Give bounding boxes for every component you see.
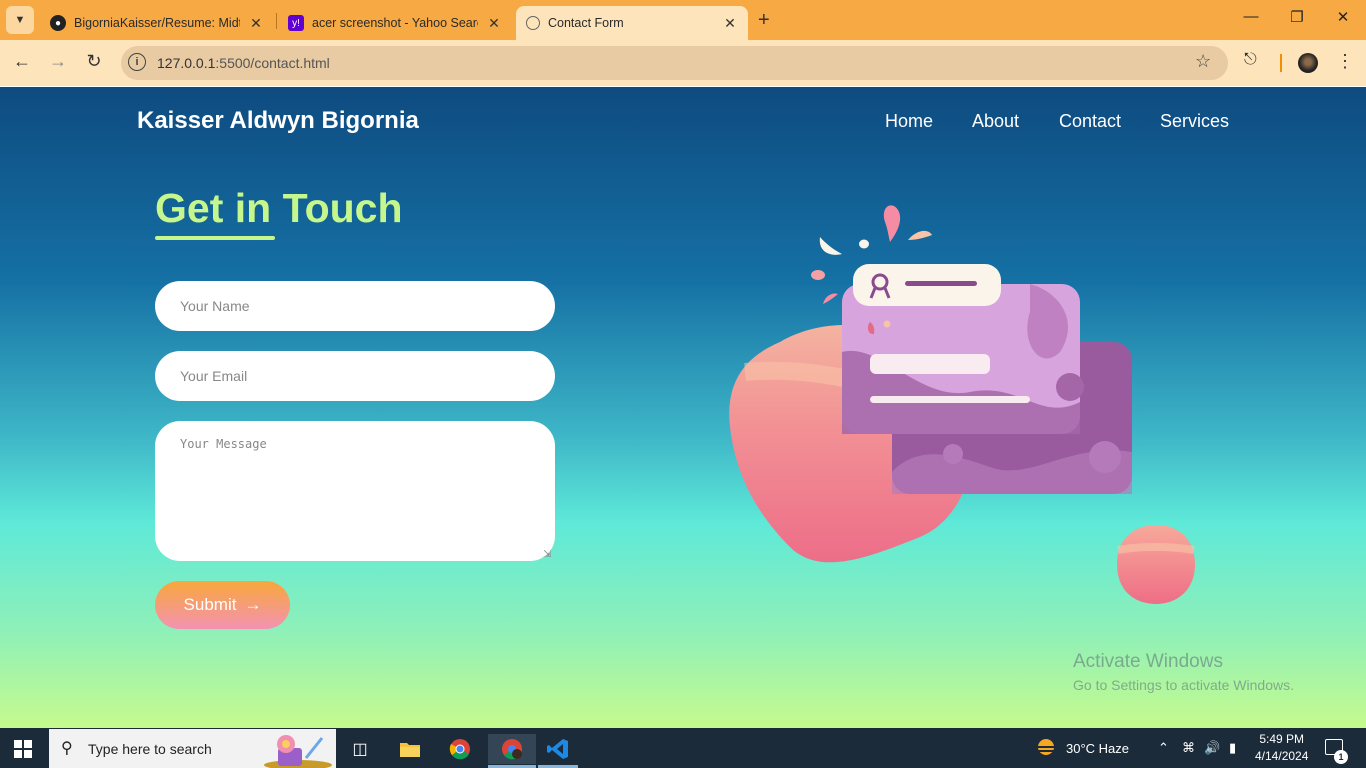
search-highlight-icon bbox=[264, 735, 332, 768]
weather-text[interactable]: 30°C Haze bbox=[1066, 741, 1129, 756]
contact-page: Kaisser Aldwyn Bigornia Home About Conta… bbox=[0, 87, 1366, 728]
taskbar-search-placeholder: Type here to search bbox=[88, 741, 212, 757]
url-text[interactable]: 127.0.0.1:5500/contact.html bbox=[157, 55, 330, 71]
page-title: Get in Touch bbox=[155, 185, 403, 231]
reload-button[interactable]: ↻ bbox=[82, 51, 106, 72]
menu-kebab-icon[interactable]: ⋮ bbox=[1336, 51, 1354, 72]
nav-home[interactable]: Home bbox=[885, 111, 933, 132]
watermark-title: Activate Windows bbox=[1073, 651, 1223, 672]
tab-yahoo[interactable]: y! acer screenshot - Yahoo Search ✕ bbox=[278, 6, 512, 40]
submit-button[interactable]: Submit → bbox=[155, 581, 290, 629]
clock-time: 5:49 PM bbox=[1259, 732, 1305, 746]
wifi-icon[interactable]: ⌘ bbox=[1182, 740, 1195, 756]
close-icon[interactable]: ✕ bbox=[248, 15, 264, 32]
search-icon: ⚲ bbox=[61, 740, 73, 757]
url-host: 127.0.0.1 bbox=[157, 55, 216, 71]
tab-separator bbox=[276, 13, 277, 29]
tab-github[interactable]: ● BigorniaKaisser/Resume: Midte ✕ bbox=[40, 6, 274, 40]
title-underline bbox=[155, 236, 275, 240]
battery-icon[interactable]: ▮ bbox=[1229, 740, 1236, 756]
minimize-button[interactable]: — bbox=[1236, 8, 1266, 25]
restore-button[interactable]: ❐ bbox=[1282, 8, 1312, 26]
profile-avatar[interactable] bbox=[1298, 53, 1318, 73]
tab-title: acer screenshot - Yahoo Search bbox=[312, 16, 478, 30]
message-illustration bbox=[729, 205, 1195, 604]
globe-icon bbox=[526, 16, 540, 30]
file-explorer-icon[interactable] bbox=[390, 734, 430, 764]
site-brand[interactable]: Kaisser Aldwyn Bigornia bbox=[137, 107, 419, 135]
chrome-icon[interactable] bbox=[440, 734, 480, 764]
nav-contact[interactable]: Contact bbox=[1059, 111, 1121, 132]
github-icon: ● bbox=[50, 15, 66, 31]
weather-haze-icon[interactable] bbox=[1034, 738, 1058, 758]
yahoo-icon: y! bbox=[288, 15, 304, 31]
message-field[interactable] bbox=[155, 421, 555, 561]
clock-date: 4/14/2024 bbox=[1255, 749, 1309, 763]
name-field[interactable] bbox=[155, 281, 555, 331]
extensions-icon[interactable]: ⎋ bbox=[1244, 51, 1257, 69]
close-icon[interactable]: ✕ bbox=[486, 15, 502, 32]
site-info-icon[interactable]: i bbox=[128, 53, 146, 71]
new-tab-button[interactable]: + bbox=[758, 9, 770, 32]
notification-count: 1 bbox=[1334, 750, 1348, 764]
tab-title: BigorniaKaisser/Resume: Midte bbox=[74, 16, 240, 30]
email-field[interactable] bbox=[155, 351, 555, 401]
tab-contact-form[interactable]: Contact Form ✕ bbox=[516, 6, 748, 40]
arrow-right-icon: → bbox=[244, 595, 262, 614]
bookmark-star-icon[interactable]: ☆ bbox=[1195, 51, 1211, 72]
resize-handle-icon[interactable]: ⇲ bbox=[543, 549, 551, 560]
close-window-button[interactable]: ✕ bbox=[1328, 8, 1358, 26]
task-view-icon[interactable]: ◫ bbox=[340, 734, 380, 764]
windows-start-icon[interactable] bbox=[14, 740, 32, 758]
watermark-subtitle: Go to Settings to activate Windows. bbox=[1073, 677, 1294, 693]
submit-label: Submit bbox=[183, 595, 237, 614]
taskbar-clock[interactable]: 5:49 PM 4/14/2024 bbox=[1255, 731, 1308, 765]
url-path: :5500/contact.html bbox=[215, 55, 330, 71]
back-button[interactable]: ← bbox=[10, 51, 34, 72]
toolbar-divider bbox=[1280, 54, 1282, 72]
tab-search-button[interactable]: ▼ bbox=[6, 6, 34, 34]
nav-about[interactable]: About bbox=[972, 111, 1019, 132]
chrome-profile-icon[interactable] bbox=[488, 734, 536, 764]
pink-ball bbox=[1117, 524, 1195, 604]
volume-icon[interactable]: 🔊 bbox=[1204, 740, 1220, 756]
activate-windows-watermark: Activate Windows Go to Settings to activ… bbox=[1073, 651, 1294, 693]
close-icon[interactable]: ✕ bbox=[722, 15, 738, 32]
chevron-up-icon[interactable]: ⌃ bbox=[1158, 740, 1169, 756]
vscode-icon[interactable] bbox=[538, 734, 578, 764]
forward-button[interactable]: → bbox=[46, 51, 70, 72]
nav-services[interactable]: Services bbox=[1160, 111, 1229, 132]
tab-title: Contact Form bbox=[548, 16, 624, 30]
